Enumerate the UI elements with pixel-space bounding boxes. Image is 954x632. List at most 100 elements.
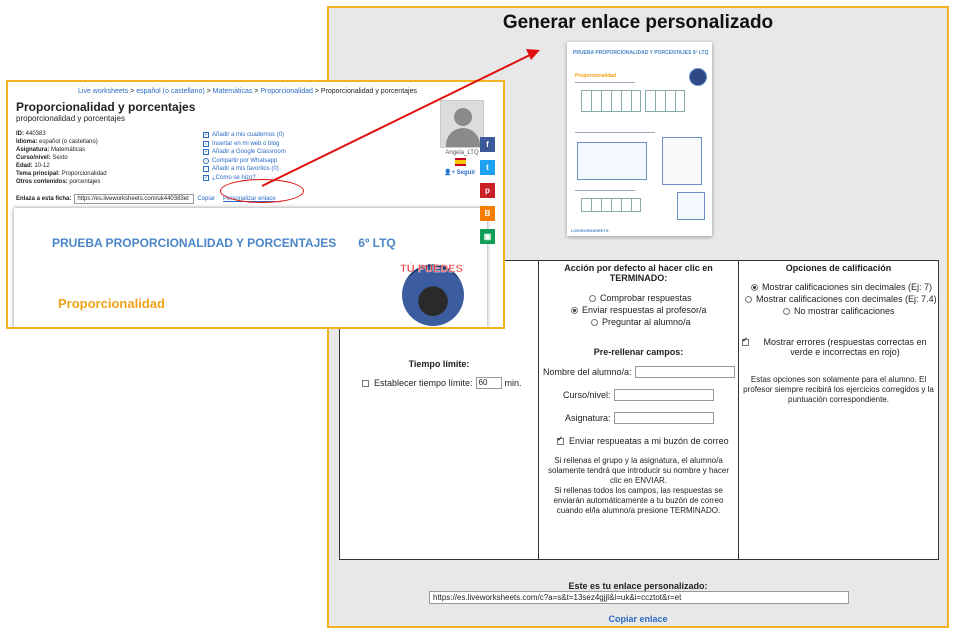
thumbnail-illustration	[662, 137, 702, 185]
time-limit-label: Establecer tiempo límite:	[374, 378, 473, 388]
preview-title-text: PRUEBA PROPORCIONALIDAD Y PORCENTAJES	[52, 236, 337, 250]
preview-title: PRUEBA PROPORCIONALIDAD Y PORCENTAJES 6º …	[52, 236, 396, 250]
breadcrumb-separator: >	[204, 88, 213, 95]
thumbnail-jar	[677, 192, 705, 220]
thumbnail-subtitle: Proporcionalidad	[575, 73, 617, 79]
copy-link-button[interactable]: Copiar enlace	[329, 614, 947, 624]
page-title: Generar enlace personalizado	[502, 12, 774, 33]
embed-icon: ‹	[203, 140, 209, 147]
finish-action-column: Acción por defecto al hacer clic en TERM…	[539, 261, 739, 559]
meta-age: Edad: 10-12	[16, 163, 50, 169]
course-input[interactable]	[613, 389, 714, 401]
workbook-icon: +	[203, 132, 209, 139]
thumbnail-title: PRUEBA PROPORCIONALIDAD Y PORCENTAJES 6º…	[573, 50, 709, 56]
grading-option-integer[interactable]: Mostrar calificaciones sin decimales (Ej…	[751, 282, 932, 292]
worksheet-page-panel: Live worksheets > español (o castellano)…	[6, 80, 505, 329]
send-email-checkbox[interactable]	[557, 435, 564, 445]
show-errors-label: Mostrar errores (respuestas correctas en…	[763, 337, 927, 357]
meta-language: Idioma: español (o castellano)	[16, 139, 98, 145]
whatsapp-icon: ·	[203, 157, 209, 164]
preview-grade: 6º LTQ	[358, 236, 396, 250]
prefill-note: Si rellenas el grupo y la asignatura, el…	[548, 456, 729, 515]
follow-label: Seguir	[456, 170, 476, 176]
twitter-icon[interactable]: t	[480, 160, 495, 175]
heart-icon: ♡	[203, 166, 209, 173]
thumbnail-line	[575, 132, 655, 133]
breadcrumb-item[interactable]: Live worksheets	[78, 88, 128, 95]
add-to-workbooks-link[interactable]: + Añadir a mis cuadernos (0)	[203, 131, 286, 140]
grading-note: Estas opciones son solamente para el alu…	[743, 375, 934, 404]
time-limit-checkbox[interactable]	[362, 379, 369, 387]
grading-option-radio[interactable]	[751, 283, 758, 291]
facebook-icon[interactable]: f	[480, 137, 495, 152]
meta-id: ID: 440383	[16, 131, 46, 137]
follow-button[interactable]: 👤+ Seguir	[444, 169, 475, 176]
grading-option-decimal[interactable]: Mostrar calificaciones con decimales (Ej…	[745, 294, 937, 304]
course-label: Curso/nivel:	[563, 390, 611, 400]
worksheet-thumbnail: PRUEBA PROPORCIONALIDAD Y PORCENTAJES 6º…	[567, 42, 712, 236]
thumbnail-table	[581, 198, 641, 212]
grading-option-radio[interactable]	[745, 295, 752, 303]
grading-option-none[interactable]: No mostrar calificaciones	[783, 306, 895, 316]
add-user-icon: 👤+	[444, 170, 457, 176]
copy-button[interactable]: Copiar	[197, 196, 215, 202]
thumbnail-table	[581, 90, 641, 112]
highlight-ellipse	[220, 179, 304, 203]
student-name-input[interactable]	[634, 366, 735, 378]
thumbnail-badge	[689, 68, 707, 86]
show-errors-row[interactable]: Mostrar errores (respuestas correctas en…	[742, 336, 936, 357]
send-email-row[interactable]: Enviar respueatas a mi buzón de correo	[557, 435, 729, 446]
breadcrumb-item[interactable]: Proporcionalidad	[260, 88, 313, 95]
grading-option-radio[interactable]	[783, 307, 790, 315]
show-errors-checkbox[interactable]	[742, 336, 749, 346]
grading-option-label: No mostrar calificaciones	[794, 306, 895, 316]
user-name[interactable]: Angela_LTQ	[440, 150, 484, 156]
whatsapp-share-link[interactable]: · Compartir por Whatsapp	[203, 157, 286, 166]
breadcrumb-item[interactable]: Matemáticas	[213, 88, 253, 95]
subject-label: Asignatura:	[565, 413, 611, 423]
preview-subtitle: Proporcionalidad	[58, 296, 165, 311]
badge-text: TÚ PUEDES	[400, 263, 463, 275]
embed-link[interactable]: ‹ Insertar en mi web o blog	[203, 140, 286, 149]
finish-option-radio[interactable]	[571, 306, 578, 314]
thumbnail-footer: LIVEWORKSHEETS	[571, 228, 609, 233]
breadcrumb-separator: >	[128, 88, 137, 95]
prefill-heading: Pre-rellenar campos:	[593, 347, 684, 357]
blogger-icon[interactable]: B	[480, 206, 495, 221]
send-email-label: Enviar respueatas a mi buzón de correo	[569, 436, 729, 446]
finish-option-radio[interactable]	[589, 294, 596, 302]
time-limit-input[interactable]: 60	[475, 377, 502, 389]
thumbnail-table	[645, 90, 685, 112]
finish-option-radio[interactable]	[591, 318, 598, 326]
breadcrumb: Live worksheets > español (o castellano)…	[78, 88, 417, 95]
time-limit-unit: min.	[504, 378, 522, 388]
worksheet-subtitle: proporcionalidad y porcentajes	[16, 114, 125, 123]
share-bar: f t p B ▣	[480, 137, 495, 252]
finish-option-ask[interactable]: Preguntar al alumno/a	[591, 317, 691, 327]
add-to-favorites-link[interactable]: ♡ Añadir a mis favoritos (0)	[203, 165, 286, 174]
worksheet-link-input[interactable]: https://es.liveworksheets.com/uk440383et	[74, 194, 195, 204]
google-classroom-link[interactable]: ▪ Añadir a Google Classroom	[203, 148, 286, 157]
grading-option-label: Mostrar calificaciones con decimales (Ej…	[756, 294, 937, 304]
grading-option-label: Mostrar calificaciones sin decimales (Ej…	[762, 282, 933, 292]
breadcrumb-item[interactable]: español (o castellano)	[136, 88, 205, 95]
finish-option-check[interactable]: Comprobar respuestas	[589, 293, 692, 303]
classroom-icon: ▪	[203, 149, 209, 156]
student-name-label: Nombre del alumno/a:	[543, 367, 632, 377]
course-row: Curso/nivel:	[563, 389, 714, 401]
avatar[interactable]	[440, 100, 484, 148]
time-limit-heading: Tiempo límite:	[408, 359, 470, 369]
breadcrumb-separator: >	[312, 88, 321, 95]
thumbnail-box	[577, 142, 647, 180]
custom-link-field[interactable]: https://es.liveworksheets.com/c?a=s&t=13…	[429, 591, 849, 604]
finish-option-label: Preguntar al alumno/a	[602, 317, 691, 327]
checkbox-icon: ✓	[203, 174, 209, 181]
finish-option-send[interactable]: Enviar respuestas al profesor/a	[571, 305, 707, 315]
finish-option-label: Comprobar respuestas	[600, 293, 692, 303]
subject-input[interactable]	[613, 412, 714, 424]
worksheet-actions: + Añadir a mis cuadernos (0) ‹ Insertar en…	[203, 131, 286, 182]
classroom-icon[interactable]: ▣	[480, 229, 495, 244]
link-row-label: Enlaza a esta ficha:	[16, 196, 72, 202]
thumbnail-line	[575, 190, 635, 191]
pinterest-icon[interactable]: p	[480, 183, 495, 198]
